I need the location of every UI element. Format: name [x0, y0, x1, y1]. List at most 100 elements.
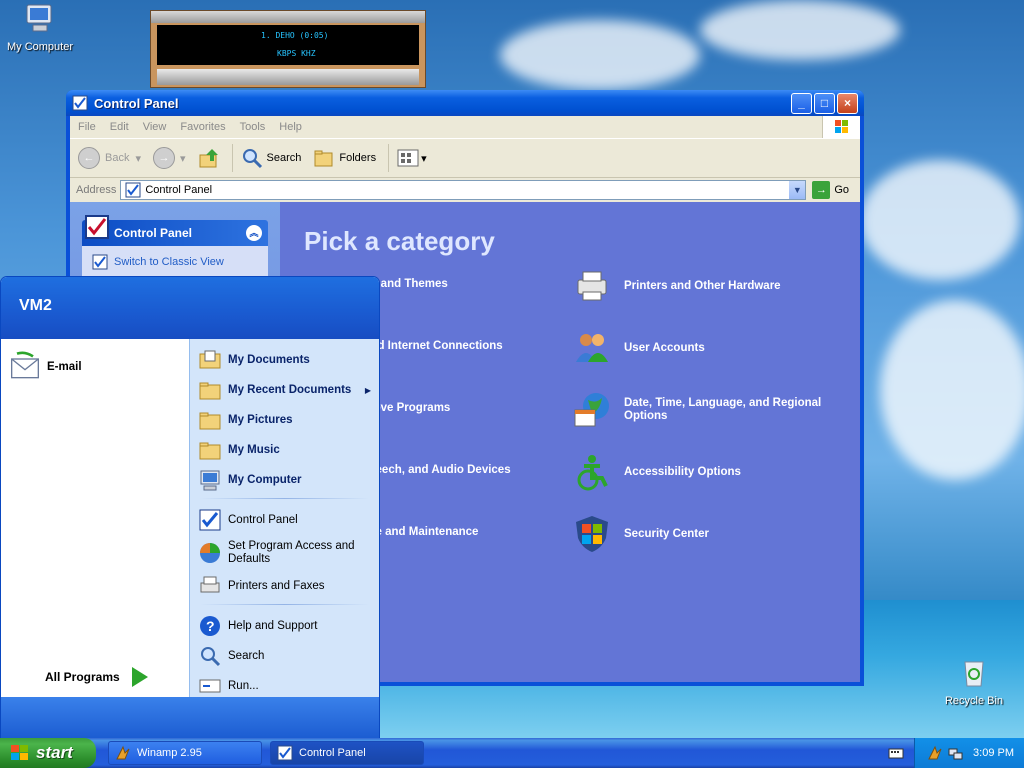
- computer-icon: [200, 470, 220, 491]
- dropdown-arrow-icon: ▾: [135, 152, 141, 165]
- menu-help[interactable]: Help: [279, 121, 302, 133]
- printer-icon: [200, 576, 220, 593]
- category-label: User Accounts: [624, 341, 705, 354]
- search-item[interactable]: Search: [190, 641, 379, 671]
- minimize-button[interactable]: _: [791, 92, 812, 114]
- winamp-tray-icon[interactable]: [927, 745, 943, 761]
- window-title: Control Panel: [94, 95, 179, 111]
- menu-bar: File Edit View Favorites Tools Help: [70, 116, 860, 138]
- address-input[interactable]: Control Panel ▼: [120, 180, 807, 200]
- category-user-accounts[interactable]: User Accounts: [572, 328, 705, 368]
- item-label: My Documents: [228, 354, 310, 366]
- search-icon: [242, 149, 262, 169]
- menu-file[interactable]: File: [78, 121, 96, 133]
- menu-favorites[interactable]: Favorites: [180, 121, 225, 133]
- taskbar-button-winamp[interactable]: Winamp 2.95: [108, 741, 262, 765]
- start-button[interactable]: start: [0, 738, 96, 768]
- cloud: [880, 300, 1024, 480]
- clock[interactable]: 3:09 PM: [973, 747, 1014, 759]
- go-label: Go: [834, 184, 850, 196]
- page-title: Pick a category: [304, 226, 495, 256]
- winamp-window[interactable]: 1. DEHO (0:05) KBPS KHZ: [150, 10, 426, 88]
- my-music-item[interactable]: My Music: [190, 435, 379, 465]
- switch-classic-view-link[interactable]: Switch to Classic View: [92, 254, 258, 270]
- item-label: My Recent Documents: [228, 384, 352, 396]
- help-support-item[interactable]: ? Help and Support: [190, 611, 379, 641]
- views-button[interactable]: ▾: [397, 148, 427, 168]
- folders-button[interactable]: Folders: [313, 147, 376, 169]
- desktop-icon-recycle-bin[interactable]: Recycle Bin: [934, 656, 1014, 707]
- go-button[interactable]: → Go: [812, 181, 849, 199]
- control-panel-icon: [72, 95, 88, 111]
- category-printers-hardware[interactable]: Printers and Other Hardware: [572, 266, 781, 306]
- back-button[interactable]: ← Back ▾: [78, 147, 141, 169]
- recycle-bin-icon: [964, 661, 984, 687]
- my-pictures-item[interactable]: My Pictures: [190, 405, 379, 435]
- menu-edit[interactable]: Edit: [110, 121, 129, 133]
- task-pane-header[interactable]: Control Panel ︽: [82, 215, 268, 246]
- set-program-access-item[interactable]: Set Program Access and Defaults: [190, 535, 379, 571]
- my-documents-icon: [199, 350, 221, 369]
- winamp-titlebar[interactable]: [151, 11, 425, 23]
- collapse-icon[interactable]: ︽: [246, 225, 262, 241]
- menu-tools[interactable]: Tools: [240, 121, 266, 133]
- dropdown-arrow-icon: ▾: [421, 152, 427, 165]
- search-button[interactable]: Search: [241, 147, 302, 169]
- maximize-button[interactable]: □: [814, 92, 835, 114]
- item-label: Set Program Access and Defaults: [228, 540, 355, 565]
- taskbar-button-label: Control Panel: [299, 747, 366, 759]
- window-titlebar[interactable]: Control Panel _ □ ×: [66, 90, 864, 116]
- taskbar-button-control-panel[interactable]: Control Panel: [270, 741, 424, 765]
- printer-icon: [577, 271, 607, 301]
- desktop-icon-label: Recycle Bin: [944, 695, 1004, 707]
- run-item[interactable]: Run...: [190, 671, 379, 701]
- run-icon: [199, 679, 221, 693]
- menu-view[interactable]: View: [143, 121, 167, 133]
- search-label: Search: [266, 152, 302, 164]
- forward-arrow-icon: →: [153, 147, 175, 169]
- menu-separator: [200, 604, 369, 605]
- printers-faxes-item[interactable]: Printers and Faxes: [190, 571, 379, 601]
- control-panel-item[interactable]: Control Panel: [190, 505, 379, 535]
- category-security-center[interactable]: Security Center: [572, 514, 709, 554]
- green-arrow-icon: [131, 667, 148, 687]
- folders-label: Folders: [339, 152, 377, 164]
- forward-button[interactable]: → ▾: [153, 147, 186, 169]
- my-recent-documents-item[interactable]: My Recent Documents ▶: [190, 375, 379, 405]
- folder-icon: [199, 442, 221, 460]
- my-computer-item[interactable]: My Computer: [190, 465, 379, 495]
- winamp-controls[interactable]: [157, 69, 419, 85]
- email-icon: [11, 351, 39, 379]
- up-button[interactable]: [198, 147, 220, 169]
- submenu-arrow-icon: ▶: [364, 385, 371, 395]
- address-label: Address: [76, 184, 117, 196]
- category-label: Printers and Other Hardware: [624, 279, 781, 292]
- up-folder-icon: [199, 149, 218, 168]
- cloud: [700, 0, 900, 60]
- keyboard-icon[interactable]: [888, 746, 904, 760]
- network-icon[interactable]: [947, 745, 963, 761]
- start-menu-places: My Documents My Recent Documents ▶ My Pi…: [189, 339, 379, 697]
- winamp-bitrate-text: KBPS KHZ: [277, 49, 316, 58]
- category-label: Security Center: [624, 527, 710, 540]
- category-date-time-language[interactable]: Date, Time, Language, and Regional Optio…: [572, 390, 844, 430]
- address-dropdown-icon[interactable]: ▼: [789, 181, 806, 199]
- winamp-track-text: 1. DEHO (0:05): [261, 31, 329, 40]
- my-documents-item[interactable]: My Documents: [190, 345, 379, 375]
- item-label: My Computer: [228, 474, 302, 486]
- email-item[interactable]: E-mail: [1, 345, 189, 389]
- go-arrow-icon: →: [812, 181, 831, 199]
- control-panel-icon: [125, 182, 141, 198]
- task-pane-links: Switch to Classic View: [82, 246, 268, 278]
- cloud: [860, 160, 1020, 280]
- svg-text:?: ?: [206, 618, 215, 634]
- views-icon: [397, 149, 419, 167]
- category-label: Date, Time, Language, and Regional Optio…: [624, 397, 822, 422]
- all-programs-button[interactable]: All Programs: [45, 667, 148, 687]
- category-accessibility[interactable]: Accessibility Options: [572, 452, 741, 492]
- accessibility-icon: [577, 455, 608, 491]
- close-button[interactable]: ×: [837, 92, 858, 114]
- item-label: Run...: [228, 680, 259, 692]
- desktop-icon-my-computer[interactable]: My Computer: [0, 2, 80, 53]
- task-pane-title: Control Panel: [114, 226, 193, 240]
